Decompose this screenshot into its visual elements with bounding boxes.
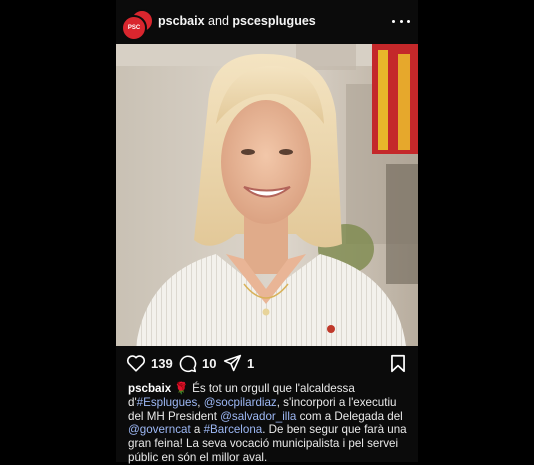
comment-button[interactable]: 10: [178, 354, 216, 373]
caption-username[interactable]: pscbaix: [128, 382, 171, 395]
account-name[interactable]: pscbaix: [158, 14, 205, 28]
share-button[interactable]: 1: [223, 354, 254, 372]
hashtag-esplugues[interactable]: #Esplugues: [137, 396, 198, 409]
post-photo[interactable]: [116, 44, 418, 346]
rose-emoji: 🌹: [174, 382, 189, 395]
portrait-illustration: [116, 44, 418, 346]
more-icon[interactable]: [392, 13, 410, 29]
avatar-logo-text: PSC: [127, 25, 141, 31]
avatar[interactable]: PSC: [121, 9, 154, 41]
post-caption: pscbaix 🌹 És tot un orgull que l'alcalde…: [128, 382, 410, 465]
mention-governcat[interactable]: @governcat: [128, 423, 191, 436]
mention-socpilardiaz[interactable]: @socpilardiaz: [204, 396, 277, 409]
caption-text-5: a: [190, 423, 204, 437]
account-avatar[interactable]: PSC: [121, 15, 147, 41]
like-count[interactable]: 139: [151, 356, 173, 371]
hashtag-barcelona[interactable]: #Barcelona: [204, 423, 263, 436]
share-icon: [223, 354, 242, 372]
comment-count[interactable]: 10: [202, 356, 216, 371]
comment-icon: [179, 355, 197, 373]
bookmark-icon: [391, 354, 405, 373]
mention-salvador-illa[interactable]: @salvador_illa: [220, 410, 296, 423]
instagram-post: PSC pscbaix and pscesplugues 139 10 1 ps…: [116, 0, 418, 465]
bookmark-button[interactable]: [390, 354, 406, 378]
header-separator: and: [204, 14, 233, 28]
caption-text-4: com a Delegada del: [296, 409, 403, 423]
post-header: PSC pscbaix and pscesplugues: [116, 0, 418, 44]
like-button[interactable]: 139: [126, 354, 173, 372]
action-bar: 139 10 1: [116, 352, 418, 378]
header-title: pscbaix and pscesplugues: [158, 14, 316, 28]
collaborator-name[interactable]: pscesplugues: [232, 14, 315, 28]
heart-icon: [126, 355, 146, 372]
share-count[interactable]: 1: [247, 356, 254, 371]
